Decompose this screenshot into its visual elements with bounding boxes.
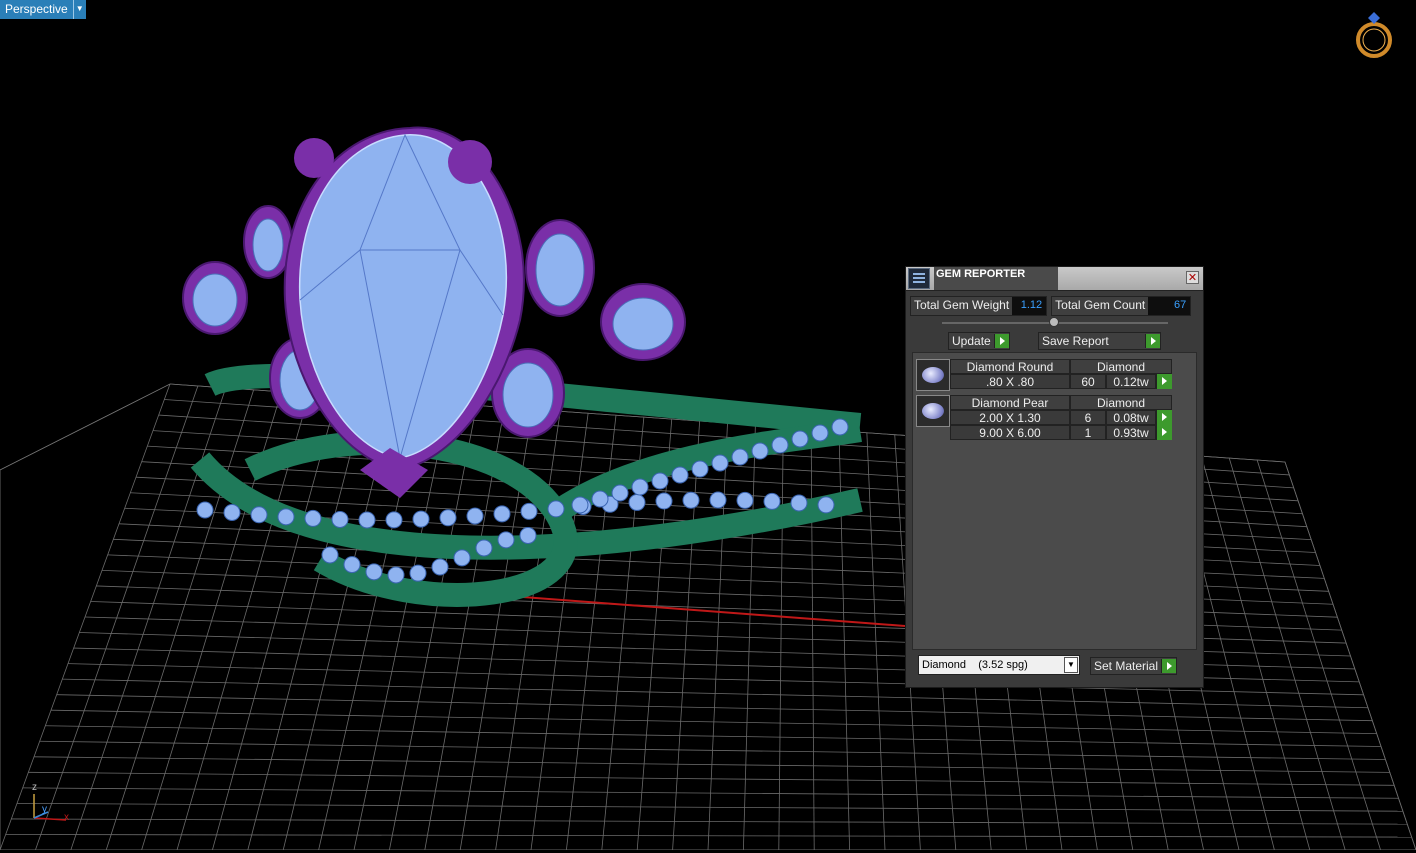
viewport-label[interactable]: Perspective ▼ (0, 0, 86, 19)
stats-row: Total Gem Weight 1.12 Total Gem Count 67 (910, 296, 1199, 316)
gem-table: Diamond Round Diamond .80 X .80 60 0.12t… (950, 359, 1172, 391)
gem-entry-round[interactable]: Diamond Round Diamond .80 X .80 60 0.12t… (916, 359, 1172, 391)
stat-label: Total Gem Count (1052, 297, 1149, 315)
total-gem-count: Total Gem Count 67 (1051, 296, 1192, 316)
viewport-name[interactable]: Perspective (0, 0, 73, 19)
total-gem-weight: Total Gem Weight 1.12 (910, 296, 1048, 316)
set-material-label: Set Material (1094, 659, 1159, 673)
update-label: Update (952, 334, 991, 348)
panel-title: GEM REPORTER (934, 267, 1058, 290)
chevron-down-icon[interactable]: ▼ (1064, 657, 1078, 673)
gem-material: Diamond (1070, 395, 1172, 410)
pear-gem-thumbnail-icon (916, 395, 950, 427)
close-icon[interactable]: ✕ (1186, 271, 1199, 284)
play-arrow-icon[interactable] (1156, 425, 1172, 440)
gem-list: Diamond Round Diamond .80 X .80 60 0.12t… (912, 352, 1197, 650)
save-report-button[interactable]: Save Report (1038, 332, 1161, 350)
gem-count: 1 (1070, 425, 1106, 440)
play-arrow-icon[interactable] (993, 334, 1009, 348)
gem-name: Diamond Pear (950, 395, 1070, 410)
stat-value: 67 (1148, 297, 1191, 315)
play-arrow-icon[interactable] (1156, 374, 1172, 389)
material-select[interactable]: Diamond (3.52 spg) ▼ (918, 655, 1080, 675)
axis-triad: z y x (26, 780, 76, 826)
gem-weight: 0.93tw (1106, 425, 1156, 440)
slider-knob[interactable] (1049, 317, 1059, 327)
stat-value: 1.12 (1012, 297, 1047, 315)
gem-count: 6 (1070, 410, 1106, 425)
gem-size: 2.00 X 1.30 (950, 410, 1070, 425)
stat-label: Total Gem Weight (911, 297, 1013, 315)
panel-titlebar[interactable]: GEM REPORTER ✕ (906, 267, 1203, 291)
gem-name: Diamond Round (950, 359, 1070, 374)
gem-weight: 0.08tw (1106, 410, 1156, 425)
gem-entry-pear[interactable]: Diamond Pear Diamond 2.00 X 1.30 6 0.08t… (916, 395, 1172, 440)
viewport-dropdown-icon[interactable]: ▼ (72, 0, 86, 19)
gem-table: Diamond Pear Diamond 2.00 X 1.30 6 0.08t… (950, 395, 1172, 440)
material-select-value: Diamond (3.52 spg) (922, 659, 1028, 671)
gem-size: .80 X .80 (950, 374, 1070, 389)
gem-size: 9.00 X 6.00 (950, 425, 1070, 440)
axis-z-label: z (32, 782, 37, 793)
update-button[interactable]: Update (948, 332, 1010, 350)
play-arrow-icon[interactable] (1156, 410, 1172, 425)
gem-reporter-panel: GEM REPORTER ✕ Total Gem Weight 1.12 Tot… (905, 266, 1204, 688)
axis-x-label: x (64, 812, 69, 823)
gem-weight: 0.12tw (1106, 374, 1156, 389)
play-arrow-icon[interactable] (1161, 659, 1177, 673)
gem-material: Diamond (1070, 359, 1172, 374)
size-slider[interactable] (942, 317, 1168, 327)
ring-navigation-icon[interactable] (1352, 10, 1396, 60)
gem-reporter-logo-icon (908, 268, 930, 289)
action-buttons: Update Save Report (948, 332, 1161, 350)
save-report-label: Save Report (1042, 334, 1109, 348)
axis-y-label: y (42, 804, 47, 815)
set-material-button[interactable]: Set Material (1090, 657, 1178, 675)
round-gem-thumbnail-icon (916, 359, 950, 391)
play-arrow-icon[interactable] (1145, 334, 1160, 348)
gem-count: 60 (1070, 374, 1106, 389)
